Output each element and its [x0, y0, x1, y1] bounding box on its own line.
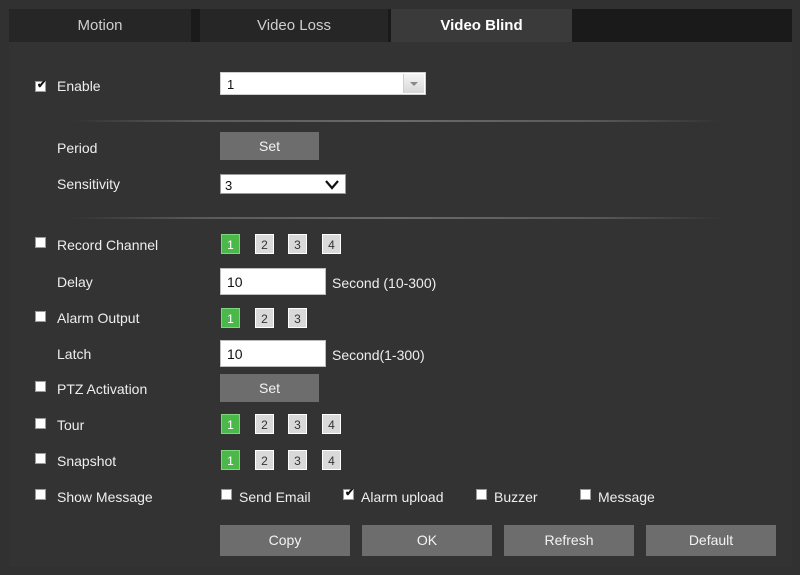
- tab-video-loss[interactable]: Video Loss: [200, 9, 388, 42]
- alarm-output-1-button[interactable]: 1: [221, 308, 240, 328]
- divider: [71, 120, 721, 122]
- record-channel-label: Record Channel: [57, 237, 159, 253]
- latch-value: 10: [227, 346, 243, 362]
- message-checkbox[interactable]: [580, 489, 591, 500]
- tour-2-button[interactable]: 2: [255, 414, 274, 434]
- alarm-upload-label: Alarm upload: [361, 489, 444, 505]
- chevron-down-icon: [410, 82, 418, 86]
- alarm-output-3-button[interactable]: 3: [288, 308, 307, 328]
- tab-motion[interactable]: Motion: [9, 9, 191, 42]
- check-mark-icon: ✔: [345, 487, 355, 499]
- ok-button[interactable]: OK: [362, 525, 492, 556]
- tour-4-button[interactable]: 4: [322, 414, 341, 434]
- delay-label: Delay: [57, 274, 93, 290]
- tour-label: Tour: [57, 417, 85, 433]
- record-channel-checkbox[interactable]: [35, 237, 46, 248]
- record-channel-3-button[interactable]: 3: [288, 234, 307, 254]
- latch-unit: Second(1-300): [332, 347, 425, 363]
- tab-video-blind[interactable]: Video Blind: [391, 9, 572, 42]
- snapshot-2-button[interactable]: 2: [255, 450, 274, 470]
- page-background: Motion Video Loss Video Blind ✔ Enable 1…: [0, 0, 800, 575]
- latch-label: Latch: [57, 346, 92, 362]
- snapshot-1-button[interactable]: 1: [221, 450, 240, 470]
- send-email-checkbox[interactable]: [221, 489, 232, 500]
- copy-button[interactable]: Copy: [220, 525, 350, 556]
- default-button[interactable]: Default: [646, 525, 776, 556]
- channel-select[interactable]: 1: [220, 72, 426, 95]
- snapshot-4-button[interactable]: 4: [322, 450, 341, 470]
- delay-input[interactable]: 10: [220, 268, 326, 295]
- alarm-output-checkbox[interactable]: [35, 311, 46, 322]
- tour-3-button[interactable]: 3: [288, 414, 307, 434]
- divider: [71, 217, 721, 219]
- ptz-activation-label: PTZ Activation: [57, 381, 148, 397]
- tour-checkbox[interactable]: [35, 418, 46, 429]
- period-label: Period: [57, 140, 98, 156]
- tab-bar: Motion Video Loss Video Blind: [9, 9, 792, 42]
- sensitivity-label: Sensitivity: [57, 176, 121, 192]
- enable-checkbox[interactable]: ✔: [35, 79, 47, 92]
- check-mark-icon: ✔: [37, 79, 47, 91]
- latch-input[interactable]: 10: [220, 340, 326, 367]
- buzzer-label: Buzzer: [494, 489, 538, 505]
- snapshot-checkbox[interactable]: [35, 453, 46, 464]
- sensitivity-value: 3: [225, 178, 233, 193]
- alarm-output-label: Alarm Output: [57, 310, 140, 326]
- delay-unit: Second (10-300): [332, 275, 437, 291]
- ptz-set-button[interactable]: Set: [220, 374, 319, 402]
- message-label: Message: [598, 489, 655, 505]
- snapshot-label: Snapshot: [57, 453, 117, 469]
- buzzer-checkbox[interactable]: [476, 489, 487, 500]
- alarm-output-2-button[interactable]: 2: [255, 308, 274, 328]
- period-set-button[interactable]: Set: [220, 132, 319, 160]
- snapshot-3-button[interactable]: 3: [288, 450, 307, 470]
- show-message-label: Show Message: [57, 489, 153, 505]
- enable-label: Enable: [57, 78, 101, 94]
- tour-1-button[interactable]: 1: [221, 414, 240, 434]
- delay-value: 10: [227, 274, 243, 290]
- refresh-button[interactable]: Refresh: [504, 525, 634, 556]
- alarm-upload-checkbox[interactable]: ✔: [343, 487, 355, 500]
- sensitivity-select[interactable]: 3: [220, 174, 346, 194]
- record-channel-2-button[interactable]: 2: [255, 234, 274, 254]
- record-channel-4-button[interactable]: 4: [322, 234, 341, 254]
- ptz-activation-checkbox[interactable]: [35, 381, 46, 392]
- record-channel-1-button[interactable]: 1: [221, 234, 240, 254]
- channel-select-value: 1: [227, 77, 235, 92]
- dropdown-arrow-button[interactable]: [403, 74, 424, 93]
- chevron-down-icon: [325, 180, 339, 190]
- show-message-checkbox[interactable]: [35, 489, 46, 500]
- video-blind-panel: Motion Video Loss Video Blind ✔ Enable 1…: [9, 9, 792, 567]
- send-email-label: Send Email: [239, 489, 311, 505]
